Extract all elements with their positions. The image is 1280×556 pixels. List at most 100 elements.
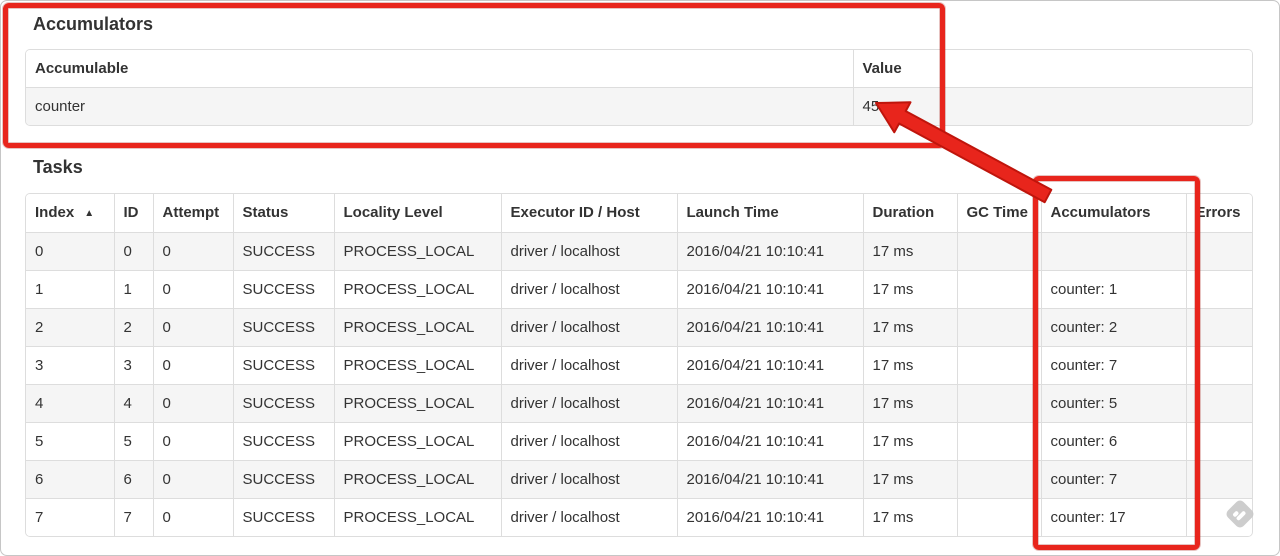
- duration-cell: 17 ms: [862, 346, 957, 385]
- index-cell: 3: [26, 346, 114, 385]
- launch-time-column-header[interactable]: Launch Time: [676, 194, 863, 233]
- launch-time-cell: 2016/04/21 10:10:41: [676, 308, 863, 347]
- task-row: 6 6 0 SUCCESS PROCESS_LOCAL driver / loc…: [26, 460, 1252, 499]
- duration-cell: 17 ms: [862, 498, 957, 536]
- executor-cell: driver / localhost: [500, 232, 677, 271]
- index-cell: 0: [26, 232, 114, 271]
- launch-time-cell: 2016/04/21 10:10:41: [676, 270, 863, 309]
- attempt-cell: 0: [152, 346, 233, 385]
- tasks-heading: Tasks: [33, 157, 83, 177]
- attempt-cell: 0: [152, 308, 233, 347]
- accumulator-row: counter 45: [26, 87, 1252, 125]
- launch-time-cell: 2016/04/21 10:10:41: [676, 422, 863, 461]
- attempt-cell: 0: [152, 498, 233, 536]
- id-cell: 6: [113, 460, 153, 499]
- errors-cell: [1185, 308, 1252, 347]
- gc-time-cell: [956, 270, 1041, 309]
- id-cell: 3: [113, 346, 153, 385]
- index-cell: 2: [26, 308, 114, 347]
- launch-time-cell: 2016/04/21 10:10:41: [676, 460, 863, 499]
- launch-time-cell: 2016/04/21 10:10:41: [676, 384, 863, 423]
- locality-cell: PROCESS_LOCAL: [333, 498, 501, 536]
- accumulators-cell: counter: 7: [1040, 460, 1186, 499]
- gc-time-cell: [956, 346, 1041, 385]
- errors-column-header[interactable]: Errors: [1185, 194, 1252, 233]
- status-cell: SUCCESS: [232, 384, 334, 423]
- gc-time-cell: [956, 308, 1041, 347]
- status-column-header[interactable]: Status: [232, 194, 334, 233]
- task-row: 3 3 0 SUCCESS PROCESS_LOCAL driver / loc…: [26, 346, 1252, 385]
- accumulable-name-cell: counter: [26, 87, 853, 125]
- id-column-header[interactable]: ID: [113, 194, 153, 233]
- task-row: 4 4 0 SUCCESS PROCESS_LOCAL driver / loc…: [26, 384, 1252, 423]
- launch-time-cell: 2016/04/21 10:10:41: [676, 498, 863, 536]
- duration-cell: 17 ms: [862, 232, 957, 271]
- accumulators-cell: counter: 5: [1040, 384, 1186, 423]
- task-row: 1 1 0 SUCCESS PROCESS_LOCAL driver / loc…: [26, 270, 1252, 309]
- id-cell: 1: [113, 270, 153, 309]
- status-cell: SUCCESS: [232, 460, 334, 499]
- locality-cell: PROCESS_LOCAL: [333, 270, 501, 309]
- accumulators-cell: [1040, 232, 1186, 271]
- locality-level-column-header[interactable]: Locality Level: [333, 194, 501, 233]
- index-cell: 1: [26, 270, 114, 309]
- status-cell: SUCCESS: [232, 270, 334, 309]
- task-row: 0 0 0 SUCCESS PROCESS_LOCAL driver / loc…: [26, 232, 1252, 271]
- attempt-cell: 0: [152, 232, 233, 271]
- executor-cell: driver / localhost: [500, 460, 677, 499]
- index-cell: 7: [26, 498, 114, 536]
- task-row: 2 2 0 SUCCESS PROCESS_LOCAL driver / loc…: [26, 308, 1252, 347]
- id-cell: 4: [113, 384, 153, 423]
- attempt-cell: 0: [152, 460, 233, 499]
- accumulators-cell: counter: 6: [1040, 422, 1186, 461]
- locality-cell: PROCESS_LOCAL: [333, 460, 501, 499]
- duration-cell: 17 ms: [862, 308, 957, 347]
- accumulators-cell: counter: 17: [1040, 498, 1186, 536]
- duration-column-header[interactable]: Duration: [862, 194, 957, 233]
- status-cell: SUCCESS: [232, 308, 334, 347]
- sort-ascending-icon: ▲: [84, 208, 95, 219]
- launch-time-cell: 2016/04/21 10:10:41: [676, 346, 863, 385]
- status-cell: SUCCESS: [232, 498, 334, 536]
- task-row: 7 7 0 SUCCESS PROCESS_LOCAL driver / loc…: [26, 498, 1252, 536]
- duration-cell: 17 ms: [862, 270, 957, 309]
- value-column-header[interactable]: Value: [852, 50, 1252, 88]
- locality-cell: PROCESS_LOCAL: [333, 308, 501, 347]
- attempt-column-header[interactable]: Attempt: [152, 194, 233, 233]
- locality-cell: PROCESS_LOCAL: [333, 422, 501, 461]
- status-cell: SUCCESS: [232, 346, 334, 385]
- duration-cell: 17 ms: [862, 422, 957, 461]
- gc-time-column-header[interactable]: GC Time: [956, 194, 1041, 233]
- id-cell: 7: [113, 498, 153, 536]
- id-cell: 0: [113, 232, 153, 271]
- task-row: 5 5 0 SUCCESS PROCESS_LOCAL driver / loc…: [26, 422, 1252, 461]
- index-cell: 5: [26, 422, 114, 461]
- accumulators-cell: counter: 1: [1040, 270, 1186, 309]
- gc-time-cell: [956, 498, 1041, 536]
- accumulators-table: Accumulable Value counter 45: [25, 49, 1253, 126]
- attempt-cell: 0: [152, 384, 233, 423]
- executor-cell: driver / localhost: [500, 270, 677, 309]
- accumulators-column-header[interactable]: Accumulators: [1040, 194, 1186, 233]
- locality-cell: PROCESS_LOCAL: [333, 346, 501, 385]
- gc-time-cell: [956, 422, 1041, 461]
- accumulable-column-header[interactable]: Accumulable: [26, 50, 853, 88]
- accumulators-heading: Accumulators: [33, 14, 154, 34]
- accumulators-header-row: Accumulable Value: [26, 50, 1252, 88]
- executor-cell: driver / localhost: [500, 384, 677, 423]
- errors-cell: [1185, 384, 1252, 423]
- errors-cell: [1185, 232, 1252, 271]
- accumulators-cell: counter: 7: [1040, 346, 1186, 385]
- index-column-header[interactable]: Index ▲: [26, 194, 114, 233]
- tasks-header-row: Index ▲ ID Attempt Status Locality Level …: [26, 194, 1252, 233]
- tasks-table: Index ▲ ID Attempt Status Locality Level …: [25, 193, 1253, 537]
- gc-time-cell: [956, 232, 1041, 271]
- launch-time-cell: 2016/04/21 10:10:41: [676, 232, 863, 271]
- index-cell: 6: [26, 460, 114, 499]
- executor-cell: driver / localhost: [500, 308, 677, 347]
- status-cell: SUCCESS: [232, 232, 334, 271]
- spark-stage-page: Accumulators Accumulable Value counter 4…: [25, 0, 1253, 537]
- index-cell: 4: [26, 384, 114, 423]
- executor-id-host-column-header[interactable]: Executor ID / Host: [500, 194, 677, 233]
- accumulable-value-cell: 45: [852, 87, 1252, 125]
